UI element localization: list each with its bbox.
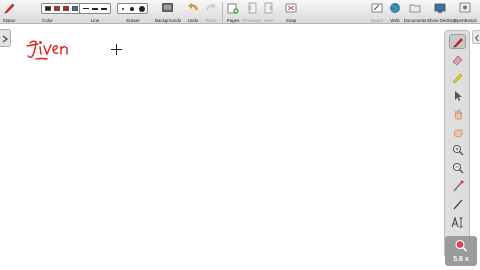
color-swatch-dark-red[interactable] [63, 6, 69, 11]
eraser-tool[interactable] [449, 53, 466, 68]
zoom-magnifier-icon [455, 239, 468, 252]
line-thin-option[interactable] [83, 8, 89, 9]
line-tool[interactable] [449, 197, 466, 212]
ink-handwriting [26, 40, 68, 60]
hand-icon [454, 109, 463, 120]
pages-label: Pages [226, 18, 240, 23]
text-icon [451, 216, 463, 228]
selector-tool[interactable] [449, 89, 466, 104]
board-label: Board [370, 18, 383, 23]
line-thick-option[interactable] [101, 7, 107, 10]
arrow-cursor-icon [455, 91, 462, 101]
globe-icon [390, 3, 400, 13]
eraser-label: Eraser [126, 18, 140, 23]
web-label: Web [390, 18, 400, 23]
undo-icon [188, 3, 199, 11]
line-width-selector [79, 3, 111, 14]
color-group: Color [20, 0, 93, 24]
zoom-out-icon [452, 162, 464, 174]
grab-hand-icon [453, 129, 463, 138]
next-label: Next [264, 18, 274, 23]
snap-icon [285, 3, 297, 13]
documents-label: Documents [403, 18, 427, 23]
tools-palette [444, 30, 470, 258]
previous-page-icon [248, 2, 257, 14]
openboard-label: OpenBoard [453, 18, 477, 23]
highlighter-icon [452, 73, 463, 84]
crosshair-cursor-icon [111, 44, 122, 55]
web-button[interactable]: Web [387, 0, 403, 24]
laser-pointer-icon [453, 180, 464, 192]
add-page-icon [227, 3, 239, 14]
color-swatch-black[interactable] [45, 6, 51, 11]
status-label: Status [2, 18, 16, 23]
highlighter-tool[interactable] [449, 71, 466, 86]
eraser-icon [452, 55, 463, 66]
backgrounds-icon [162, 3, 173, 12]
line-medium-option[interactable] [92, 8, 98, 10]
line-group: Line [78, 0, 112, 24]
openboard-icon [459, 2, 471, 13]
zoom-indicator[interactable]: 5.6 x [445, 236, 477, 266]
chevron-left-icon [474, 34, 479, 42]
documents-button[interactable]: Documents [403, 0, 427, 24]
line-icon [453, 199, 463, 210]
redo-icon [206, 3, 216, 11]
show-desktop-button[interactable]: Show Desktop [427, 0, 457, 24]
backgrounds-button[interactable]: Backgrounds [154, 0, 182, 24]
openboard-button[interactable]: OpenBoard [452, 0, 478, 24]
pen-icon [453, 38, 463, 48]
previous-button[interactable]: Previous [242, 0, 262, 24]
text-tool[interactable] [449, 215, 466, 230]
eraser-medium-option[interactable] [130, 7, 134, 11]
next-button[interactable]: Next [262, 0, 276, 24]
show-desktop-label: Show Desktop [427, 18, 457, 23]
snap-button[interactable]: Snap [282, 0, 300, 24]
backgrounds-label: Backgrounds [154, 18, 182, 23]
whiteboard-canvas[interactable] [12, 25, 442, 270]
board-icon [371, 3, 383, 13]
color-label: Color [42, 18, 53, 23]
pen-tool[interactable] [449, 34, 466, 49]
previous-label: Previous [243, 18, 261, 23]
pen-status-icon [4, 3, 15, 14]
chevron-right-icon [2, 35, 8, 43]
left-panel-toggle[interactable] [0, 29, 11, 47]
eraser-small-option[interactable] [122, 8, 124, 10]
right-panel-toggle[interactable] [472, 30, 480, 44]
pages-button[interactable]: Pages [225, 0, 241, 24]
folder-icon [409, 4, 421, 13]
interact-tool[interactable] [449, 107, 466, 122]
line-label: Line [90, 18, 100, 23]
status-button[interactable]: Status [0, 0, 18, 24]
undo-button[interactable]: Undo [184, 0, 202, 24]
undo-label: Undo [187, 18, 199, 23]
eraser-group: Eraser [116, 0, 150, 24]
zoom-level-label: 5.6 x [453, 256, 469, 263]
redo-button[interactable]: Redo [202, 0, 220, 24]
drag-tool[interactable] [449, 125, 466, 140]
board-button[interactable]: Board [368, 0, 386, 24]
desktop-icon [434, 3, 446, 13]
zoom-out-tool[interactable] [449, 161, 466, 176]
main-toolbar: Status Color Line Eraser Backgrounds Und… [0, 0, 480, 24]
next-page-icon [264, 2, 273, 14]
snap-label: Snap [285, 18, 297, 23]
zoom-in-icon [452, 144, 464, 156]
eraser-size-selector [117, 3, 148, 14]
redo-label: Redo [205, 18, 217, 23]
color-swatch-red[interactable] [54, 6, 60, 11]
laser-pointer-tool[interactable] [449, 179, 466, 194]
toolbar-divider [222, 2, 223, 22]
zoom-in-tool[interactable] [449, 143, 466, 158]
eraser-large-option[interactable] [139, 6, 145, 12]
